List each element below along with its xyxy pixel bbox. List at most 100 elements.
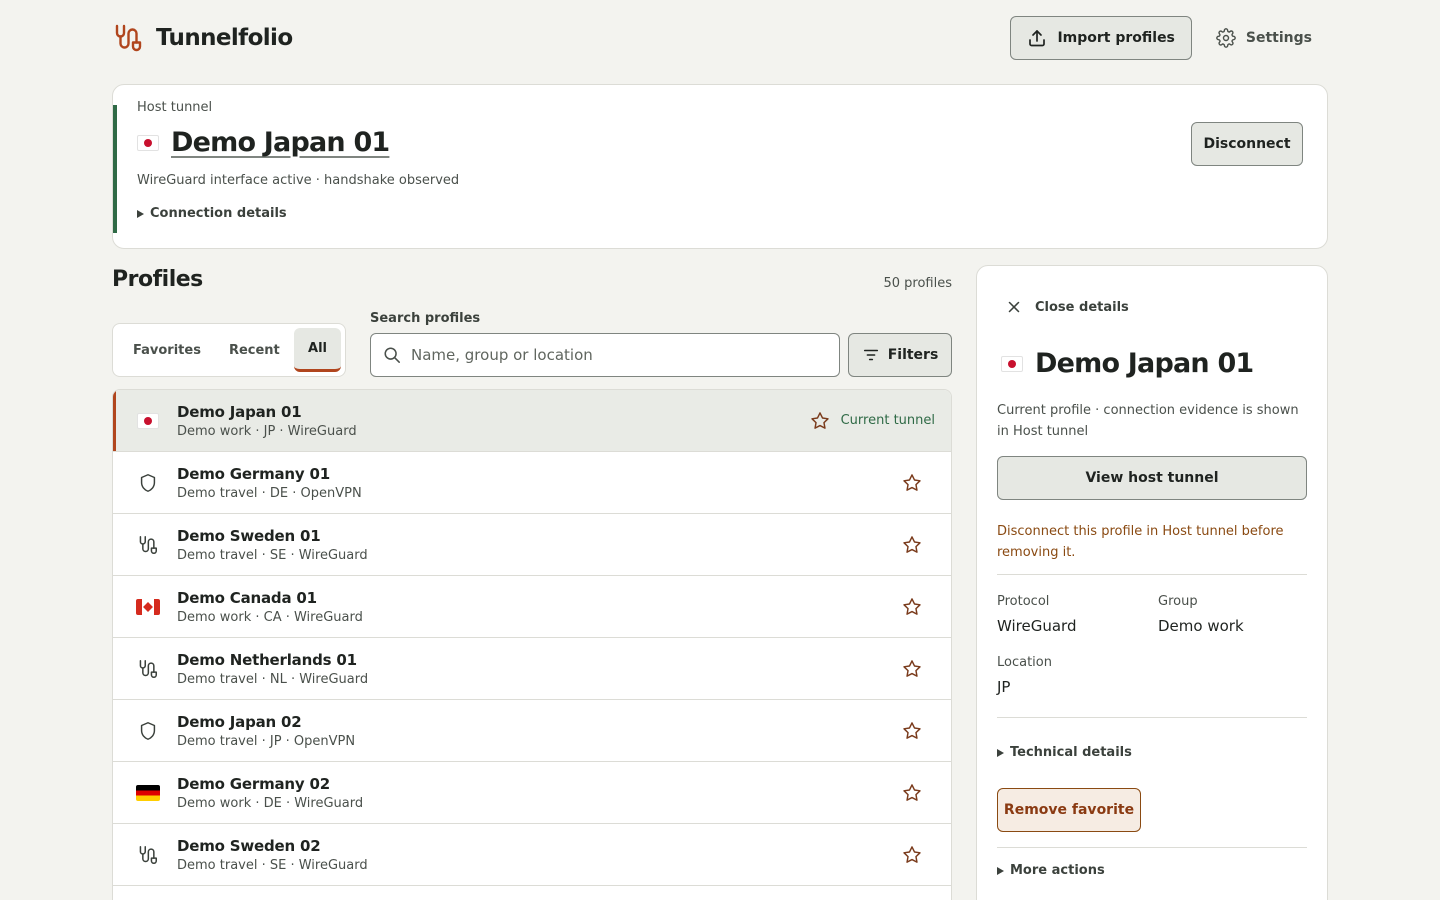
profile-text: Demo Canada 01 Demo work · CA · WireGuar… [177, 589, 363, 625]
brand: Tunnelfolio [112, 22, 293, 54]
tab-favorites[interactable]: Favorites [119, 328, 215, 372]
profile-row[interactable]: Demo Germany 02 Demo work · DE · WireGua… [113, 762, 951, 824]
profile-row[interactable]: Demo Netherlands 01 Demo travel · NL · W… [113, 638, 951, 700]
group-value: Demo work [1158, 617, 1244, 635]
view-host-tunnel-button[interactable]: View host tunnel [997, 456, 1307, 500]
disclosure-triangle-icon [997, 866, 1004, 875]
star-icon[interactable] [901, 720, 923, 742]
star-icon[interactable] [901, 658, 923, 680]
panel-description: Current profile · connection evidence is… [997, 403, 1299, 439]
profile-list: Demo Japan 01 Demo work · JP · WireGuard… [112, 389, 952, 900]
japan-flag-icon [137, 134, 159, 151]
location-field: Location JP [997, 655, 1052, 696]
protocol-field: Protocol WireGuard [997, 594, 1076, 635]
import-profiles-label: Import profiles [1057, 30, 1175, 46]
shield-icon [140, 721, 156, 740]
gear-icon [1216, 28, 1236, 48]
profile-row-actions [901, 534, 923, 556]
close-details-label: Close details [1035, 299, 1129, 315]
profile-row-actions [901, 658, 923, 680]
profile-row[interactable]: Demo Sweden 01 Demo travel · SE · WireGu… [113, 514, 951, 576]
location-value: JP [997, 678, 1011, 696]
star-icon[interactable] [901, 596, 923, 618]
profile-meta: Demo work · JP · WireGuard [177, 423, 357, 439]
profile-row-actions [901, 596, 923, 618]
filter-icon [863, 349, 878, 361]
profile-text: Demo Japan 02 Demo travel · JP · OpenVPN [177, 713, 355, 749]
profile-row-actions [901, 472, 923, 494]
search-input[interactable] [411, 346, 827, 364]
more-actions-toggle[interactable]: More actions [997, 863, 1105, 878]
close-details-button[interactable]: Close details [1005, 298, 1129, 316]
profile-meta: Demo travel · SE · WireGuard [177, 547, 368, 563]
star-icon[interactable] [901, 534, 923, 556]
divider [997, 574, 1307, 575]
profile-name: Demo Sweden 02 [177, 836, 321, 855]
profile-text: Demo Sweden 02 Demo travel · SE · WireGu… [177, 837, 368, 873]
profile-text: Demo Germany 01 Demo travel · DE · OpenV… [177, 465, 362, 501]
profile-filter-tabs: Favorites Recent All [112, 323, 346, 377]
search-field[interactable] [370, 333, 840, 377]
app-header: Tunnelfolio Import profiles Settings [112, 16, 1328, 60]
search-icon [384, 347, 400, 363]
tab-recent[interactable]: Recent [215, 328, 294, 372]
star-icon[interactable] [901, 844, 923, 866]
host-tunnel-card: Host tunnel Demo Japan 01 WireGuard inte… [112, 84, 1328, 249]
upload-icon [1029, 30, 1046, 47]
star-icon[interactable] [901, 472, 923, 494]
tab-all[interactable]: All [294, 328, 341, 372]
filters-button[interactable]: Filters [848, 333, 952, 377]
divider [997, 717, 1307, 718]
profile-row-actions [901, 844, 923, 866]
profiles-count: 50 profiles [883, 276, 952, 291]
connection-details-label: Connection details [150, 206, 287, 221]
host-tunnel-label: Host tunnel [137, 100, 213, 115]
profile-text: Demo Japan 01 Demo work · JP · WireGuard [177, 403, 357, 439]
profile-name: Demo Japan 01 [177, 402, 302, 421]
profile-row[interactable]: Demo Japan 01 Demo work · JP · WireGuard… [113, 390, 951, 452]
filters-label: Filters [887, 347, 939, 363]
star-icon[interactable] [809, 410, 831, 432]
profile-icon-slot [135, 594, 161, 620]
current-tunnel-label: Current tunnel [840, 413, 935, 428]
profile-row[interactable]: Demo Canada 01 Demo work · CA · WireGuar… [113, 576, 951, 638]
profile-row-actions [901, 782, 923, 804]
profile-row[interactable]: Demo Germany 01 Demo travel · DE · OpenV… [113, 452, 951, 514]
canada-flag-icon [136, 598, 160, 615]
profile-name: Demo Germany 01 [177, 464, 330, 483]
host-status-text: WireGuard interface active · handshake o… [137, 173, 460, 188]
import-profiles-button[interactable]: Import profiles [1010, 16, 1192, 60]
close-icon [1008, 301, 1020, 313]
star-icon[interactable] [901, 782, 923, 804]
profile-meta: Demo travel · SE · WireGuard [177, 857, 368, 873]
search-label: Search profiles [370, 311, 481, 326]
profile-meta: Demo travel · DE · OpenVPN [177, 485, 362, 501]
connection-details-toggle[interactable]: Connection details [137, 206, 287, 221]
settings-button[interactable]: Settings [1206, 16, 1328, 60]
group-field: Group Demo work [1158, 594, 1244, 635]
profile-name: Demo Canada 01 [177, 588, 317, 607]
profile-row[interactable]: Demo Sweden 02 Demo travel · SE · WireGu… [113, 824, 951, 886]
disclosure-triangle-icon [997, 748, 1004, 757]
host-tunnel-title-link[interactable]: Demo Japan 01 [171, 127, 390, 158]
profile-text: Demo Netherlands 01 Demo travel · NL · W… [177, 651, 368, 687]
technical-details-label: Technical details [1010, 745, 1132, 760]
divider [997, 847, 1307, 848]
group-label: Group [1158, 594, 1198, 609]
app-name: Tunnelfolio [156, 25, 293, 51]
profile-meta: Demo travel · JP · OpenVPN [177, 733, 356, 749]
header-actions: Import profiles Settings [1010, 16, 1328, 60]
tunnel-logo-icon [115, 24, 142, 52]
more-actions-label: More actions [1010, 863, 1105, 878]
remove-warning: Disconnect this profile in Host tunnel b… [997, 524, 1284, 560]
profile-name: Demo Germany 02 [177, 774, 330, 793]
profile-name: Demo Japan 02 [177, 712, 302, 731]
disconnect-button[interactable]: Disconnect [1191, 122, 1303, 166]
technical-details-toggle[interactable]: Technical details [997, 745, 1132, 760]
profile-text: Demo Sweden 01 Demo travel · SE · WireGu… [177, 527, 368, 563]
germany-flag-icon [136, 784, 160, 801]
host-title-row: Demo Japan 01 [137, 127, 390, 158]
remove-favorite-button[interactable]: Remove favorite [997, 788, 1141, 832]
profile-row[interactable]: Demo Japan 02 Demo travel · JP · OpenVPN [113, 700, 951, 762]
profile-meta: Demo work · CA · WireGuard [177, 609, 363, 625]
